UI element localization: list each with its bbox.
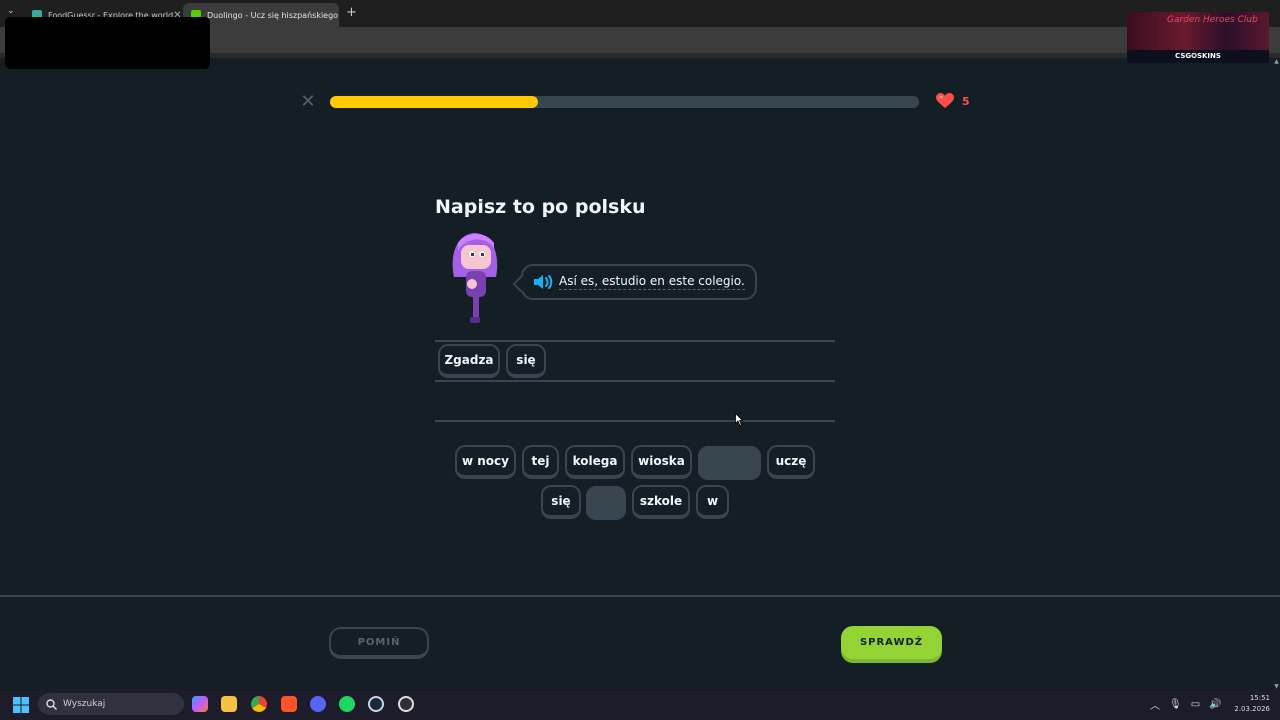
word-bank-chip[interactable]: uczę bbox=[767, 445, 815, 479]
volume-icon[interactable]: 🔊 bbox=[1209, 699, 1221, 710]
answer-chip[interactable]: Zgadza bbox=[438, 344, 500, 378]
word-bank-chip[interactable]: w nocy bbox=[455, 445, 516, 479]
search-placeholder: Wyszukaj bbox=[63, 699, 106, 709]
word-bank-chip[interactable]: tej bbox=[522, 445, 559, 479]
word-bank-chip[interactable]: szkole bbox=[632, 485, 690, 519]
word-bank-chip-used bbox=[698, 446, 761, 480]
new-tab-button[interactable]: + bbox=[346, 5, 357, 20]
word-bank-chip-used bbox=[586, 486, 626, 520]
spotify-icon[interactable] bbox=[339, 696, 355, 712]
hearts-count: 5 bbox=[962, 94, 970, 108]
scroll-down-icon[interactable]: ▼ bbox=[1273, 683, 1280, 690]
answer-line-top bbox=[435, 340, 835, 342]
challenge-title: Napisz to po polsku bbox=[435, 196, 646, 218]
steam-icon[interactable] bbox=[368, 696, 384, 712]
discord-icon[interactable] bbox=[310, 696, 326, 712]
file-explorer-icon[interactable] bbox=[221, 696, 237, 712]
prompt-sentence[interactable]: Así es, estudio en este colegio. bbox=[559, 274, 745, 290]
copilot-icon[interactable] bbox=[192, 696, 208, 712]
check-button[interactable]: SPRAWDŹ bbox=[841, 626, 942, 659]
obs-icon[interactable] bbox=[398, 696, 414, 712]
lesson-progress-fill bbox=[330, 96, 538, 108]
word-bank-chip[interactable]: wioska bbox=[631, 445, 692, 479]
answer-line-bottom bbox=[435, 420, 835, 422]
mouse-cursor-icon bbox=[735, 413, 743, 426]
ad-script-text: Garden Heroes Club bbox=[1167, 15, 1258, 25]
footer-divider bbox=[0, 595, 1280, 597]
chevron-up-icon[interactable]: ︿ bbox=[1150, 697, 1160, 712]
redacted-region bbox=[5, 17, 210, 69]
answer-line-middle bbox=[435, 380, 835, 382]
overlay-ad[interactable]: Garden Heroes Club CSG✪SKINS bbox=[1127, 12, 1269, 63]
display-icon[interactable]: ▭ bbox=[1191, 699, 1200, 710]
scroll-up-icon[interactable]: ▲ bbox=[1273, 58, 1280, 65]
close-lesson-icon[interactable]: ✕ bbox=[299, 93, 317, 111]
word-bank-chip[interactable]: się bbox=[541, 485, 581, 519]
word-bank-chip[interactable]: w bbox=[696, 485, 729, 519]
microphone-icon[interactable]: 🎙 bbox=[1169, 699, 1182, 710]
word-bank-chip[interactable]: kolega bbox=[565, 445, 625, 479]
ad-brand-label: CSG✪SKINS bbox=[1127, 50, 1269, 63]
brave-icon[interactable] bbox=[281, 696, 297, 712]
lesson-progress-bar bbox=[330, 96, 919, 108]
tab-close-icon[interactable]: ✕ bbox=[338, 10, 339, 21]
taskbar-search-input[interactable]: Wyszukaj bbox=[38, 693, 184, 715]
chrome-icon[interactable] bbox=[251, 696, 267, 712]
heart-icon bbox=[936, 93, 954, 108]
clock-time: 15:51 bbox=[1249, 694, 1270, 702]
speaker-icon[interactable] bbox=[533, 274, 553, 290]
answer-chip[interactable]: się bbox=[506, 344, 546, 378]
tab-title: Duolingo - Ucz się hiszpańskiego bbox=[207, 10, 339, 20]
skip-button[interactable]: POMIŃ bbox=[329, 627, 429, 659]
prompt-speech-bubble: Así es, estudio en este colegio. bbox=[521, 264, 757, 300]
clock-date: 2.03.2026 bbox=[1234, 705, 1270, 713]
system-tray: ︿ 🎙 ▭ 🔊 bbox=[1150, 697, 1222, 712]
character-lily-icon bbox=[452, 233, 498, 323]
hearts-counter[interactable]: 5 bbox=[936, 93, 970, 109]
search-icon bbox=[46, 698, 57, 710]
windows-start-icon[interactable] bbox=[13, 697, 29, 713]
taskbar-clock[interactable]: 15:51 2.03.2026 bbox=[1226, 693, 1270, 715]
tab-list-icon[interactable]: ⌄ bbox=[7, 6, 15, 16]
